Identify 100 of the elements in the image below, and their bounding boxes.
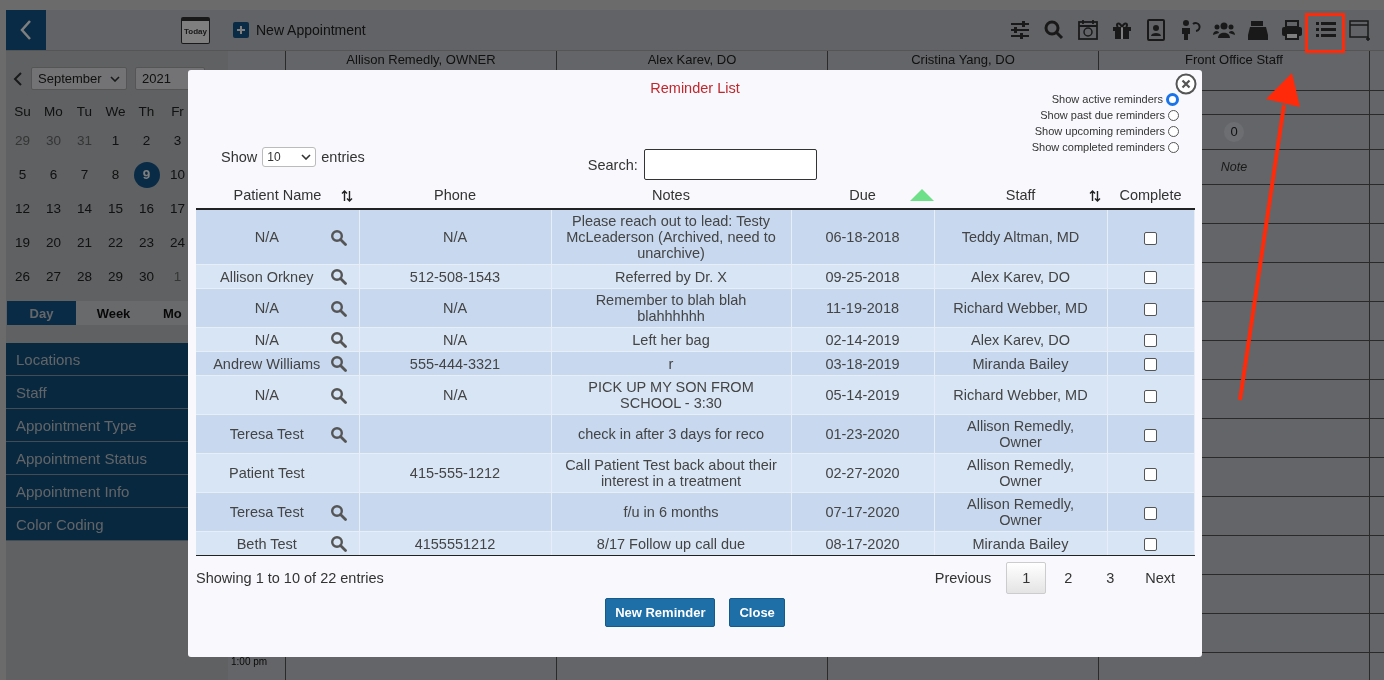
page-button[interactable]: 2 (1048, 562, 1089, 594)
search-icon[interactable] (1042, 18, 1066, 42)
page-button[interactable]: 1 (1006, 562, 1047, 594)
reminder-note: check in after 3 days for reco (577, 426, 765, 442)
staff-name: Richard Webber, MD (953, 300, 1088, 316)
reminder-note: 8/17 Follow up call due (596, 535, 746, 552)
page-button[interactable]: 3 (1090, 562, 1131, 594)
weekday-label: Fr (170, 103, 185, 121)
reminder-note: f/u in 6 months (623, 504, 719, 520)
calendar-day[interactable]: 27 (40, 260, 67, 294)
filter-radio[interactable] (1168, 125, 1179, 137)
phone-number: 415-555-1212 (409, 465, 501, 481)
view-tab[interactable]: Week (79, 301, 148, 325)
search-icon[interactable] (329, 331, 347, 348)
calendar-day[interactable]: 23 (133, 226, 160, 260)
next-button[interactable]: Next (1132, 562, 1188, 594)
calendar-day[interactable]: 6 (40, 158, 67, 192)
search-icon[interactable] (329, 535, 347, 552)
calendar-day[interactable]: 26 (9, 260, 36, 294)
calendar-day[interactable]: 15 (102, 192, 129, 226)
calendar-day[interactable]: 10 (164, 158, 191, 192)
calendar-day[interactable]: 14 (71, 192, 98, 226)
search-icon[interactable] (329, 228, 347, 246)
complete-checkbox[interactable] (1144, 506, 1157, 520)
note-label: Note (1220, 160, 1248, 174)
chevron-left-icon (19, 19, 33, 41)
complete-checkbox[interactable] (1144, 334, 1157, 348)
calendar-day[interactable]: 29 (102, 260, 129, 294)
sort-icon[interactable] (1089, 190, 1101, 202)
previous-button[interactable]: Previous (921, 562, 1005, 594)
previous-month-icon[interactable] (13, 71, 23, 86)
patient-name: Patient Test (228, 465, 306, 481)
calendar-day[interactable]: 12 (9, 192, 36, 226)
search-icon[interactable] (329, 355, 347, 372)
filter-label: Show past due reminders (1040, 109, 1165, 121)
sliders-icon[interactable] (1008, 18, 1032, 42)
calendar-day[interactable]: 13 (40, 192, 67, 226)
view-tab[interactable]: Day (7, 301, 76, 325)
month-select[interactable]: September (31, 67, 127, 90)
entries-select[interactable]: 10 (262, 147, 317, 167)
calendar-day[interactable]: 17 (164, 192, 191, 226)
complete-checkbox[interactable] (1144, 538, 1157, 552)
search-icon[interactable] (329, 425, 347, 443)
highlight-box (1305, 13, 1345, 53)
view-tab[interactable]: Mo (151, 301, 191, 325)
calendar-day[interactable]: 20 (40, 226, 67, 260)
calendar-day[interactable]: 5 (9, 158, 36, 192)
search-icon[interactable] (329, 299, 347, 317)
phone-number: 4155551212 (414, 535, 496, 552)
search-icon[interactable] (329, 386, 347, 404)
filter-radio[interactable] (1166, 92, 1179, 106)
calendar-day[interactable]: 22 (102, 226, 129, 260)
complete-checkbox[interactable] (1144, 467, 1157, 481)
complete-checkbox[interactable] (1144, 389, 1157, 403)
calendar-day[interactable]: 1 (102, 124, 129, 158)
calendar-add-icon[interactable] (1348, 18, 1372, 42)
calendar-clock-icon[interactable] (1076, 18, 1100, 42)
new-appointment-button[interactable]: New Appointment (233, 22, 366, 38)
due-date: 01-23-2020 (825, 426, 900, 442)
sort-icon[interactable] (341, 190, 353, 202)
due-date: 11-19-2018 (825, 300, 900, 316)
calendar-day[interactable]: 9 (133, 162, 160, 188)
complete-checkbox[interactable] (1144, 271, 1157, 285)
complete-checkbox[interactable] (1144, 428, 1157, 442)
dialog-button[interactable]: New Reminder (605, 598, 716, 627)
complete-checkbox[interactable] (1144, 231, 1157, 245)
calendar-day[interactable]: 30 (133, 260, 160, 294)
due-date: 02-14-2019 (825, 331, 900, 348)
filter-radio[interactable] (1168, 141, 1179, 153)
close-icon[interactable] (1175, 73, 1197, 95)
calendar-day[interactable]: 16 (133, 192, 160, 226)
staff-name: Allison Remedly, Owner (967, 496, 1074, 528)
calendar-day[interactable]: 24 (164, 226, 191, 260)
calendar-day[interactable]: 8 (102, 158, 129, 192)
search-field[interactable] (643, 149, 817, 180)
printer-icon[interactable] (1280, 18, 1304, 42)
complete-checkbox[interactable] (1144, 358, 1157, 372)
patient-name: N/A (253, 229, 280, 245)
search-icon[interactable] (329, 268, 347, 285)
staff-name: Richard Webber, MD (953, 387, 1088, 403)
complete-checkbox[interactable] (1144, 302, 1157, 316)
calendar-day[interactable]: 3 (164, 124, 191, 158)
contact-book-icon[interactable] (1144, 18, 1168, 42)
dialog-button[interactable]: Close (729, 598, 785, 627)
search-icon[interactable] (329, 503, 347, 521)
staff-name: Miranda Bailey (972, 355, 1069, 372)
calendar-day[interactable]: 21 (71, 226, 98, 260)
calendar-day[interactable]: 7 (71, 158, 98, 192)
calendar-day[interactable]: 28 (71, 260, 98, 294)
back-button[interactable] (6, 10, 46, 50)
entries-label: entries (321, 149, 365, 165)
filter-label: Show upcoming reminders (1034, 125, 1165, 137)
dropdown-caret-icon (110, 75, 120, 82)
today-button[interactable]: Today (181, 16, 210, 44)
patient-name: Allison Orkney (219, 268, 315, 285)
filter-radio[interactable] (1168, 109, 1179, 121)
staff-name: Miranda Bailey (972, 535, 1069, 552)
patient-name: N/A (253, 331, 280, 348)
calendar-day[interactable]: 19 (9, 226, 36, 260)
calendar-day[interactable]: 2 (133, 124, 160, 158)
